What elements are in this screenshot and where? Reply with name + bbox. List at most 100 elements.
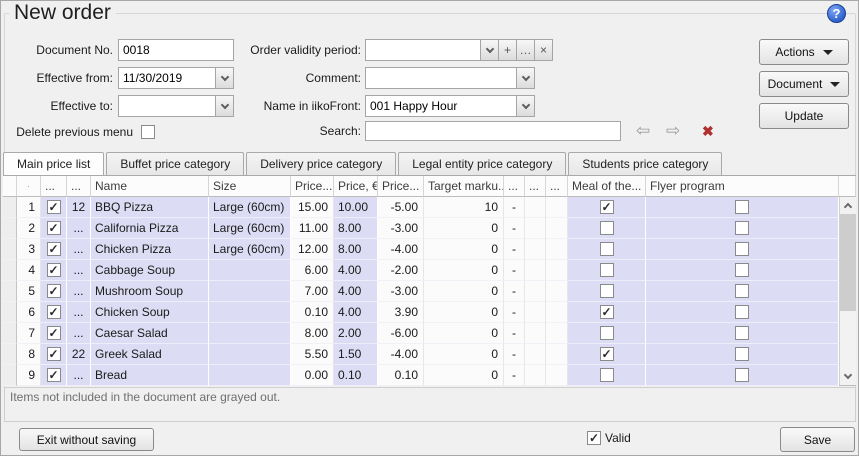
help-icon[interactable]: ?: [827, 4, 846, 23]
valid-checkbox[interactable]: ✓: [587, 431, 601, 445]
meal-of-the-day-checkbox[interactable]: [600, 284, 614, 298]
cell-included: ✓: [41, 260, 67, 281]
actions-button[interactable]: Actions: [759, 39, 849, 65]
update-button[interactable]: Update: [759, 103, 849, 129]
effective-from-dropdown-button[interactable]: [215, 68, 233, 88]
row-included-checkbox[interactable]: ✓: [47, 263, 61, 277]
row-included-checkbox[interactable]: ✓: [47, 347, 61, 361]
row-included-checkbox[interactable]: ✓: [47, 242, 61, 256]
table-row[interactable]: 7✓...Caesar Salad8.002.00-6.000-: [3, 323, 856, 344]
name-in-iikofront-dropdown-button[interactable]: [516, 96, 534, 116]
order-validity-browse-button[interactable]: …: [516, 40, 534, 60]
meal-of-the-day-checkbox[interactable]: [600, 263, 614, 277]
table-row[interactable]: 1✓12BBQ PizzaLarge (60cm)15.0010.00-5.00…: [3, 197, 856, 218]
search-next-icon[interactable]: ⇨: [666, 121, 680, 141]
column-header-blank-1[interactable]: ...: [41, 176, 67, 197]
row-included-checkbox[interactable]: ✓: [47, 368, 61, 382]
order-validity-clear-button[interactable]: ×: [534, 40, 552, 60]
row-included-checkbox[interactable]: ✓: [47, 200, 61, 214]
flyer-program-checkbox[interactable]: [735, 284, 749, 298]
search-clear-icon[interactable]: ✖: [702, 121, 714, 141]
column-header-price[interactable]: Price...: [378, 176, 424, 197]
column-header-name[interactable]: Name: [91, 176, 209, 197]
order-validity-add-button[interactable]: +: [498, 40, 516, 60]
column-header-size[interactable]: Size: [209, 176, 291, 197]
effective-to-input[interactable]: [119, 96, 215, 116]
tab-legal-entity-price-category[interactable]: Legal entity price category: [398, 152, 566, 175]
table-row[interactable]: 5✓...Mushroom Soup7.004.00-3.000-: [3, 281, 856, 302]
comment-input[interactable]: [366, 68, 516, 88]
cell-num: ...: [67, 281, 91, 302]
table-row[interactable]: 9✓...Bread0.000.100.100-: [3, 365, 856, 386]
column-header-blank-2[interactable]: ...: [67, 176, 91, 197]
table-row[interactable]: 2✓...California PizzaLarge (60cm)11.008.…: [3, 218, 856, 239]
meal-of-the-day-checkbox[interactable]: ✓: [600, 200, 614, 214]
cell-name: Chicken Pizza: [91, 239, 209, 260]
table-scrollbar[interactable]: [839, 197, 856, 385]
cell-flyer: [646, 239, 839, 260]
cell-dash: -: [504, 218, 525, 239]
flyer-program-checkbox[interactable]: [735, 221, 749, 235]
meal-of-the-day-checkbox[interactable]: ✓: [600, 347, 614, 361]
column-header-flyer-program[interactable]: Flyer program: [646, 176, 839, 197]
search-input[interactable]: [366, 122, 620, 140]
column-header-target-marku[interactable]: Target marku...: [424, 176, 504, 197]
flyer-program-checkbox[interactable]: [735, 368, 749, 382]
meal-of-the-day-checkbox[interactable]: ✓: [600, 305, 614, 319]
row-included-checkbox[interactable]: ✓: [47, 326, 61, 340]
name-in-iikofront-input[interactable]: [366, 96, 516, 116]
table-row[interactable]: 8✓22Greek Salad5.501.50-4.000-✓: [3, 344, 856, 365]
meal-of-the-day-checkbox[interactable]: [600, 368, 614, 382]
scroll-down-button[interactable]: [840, 368, 856, 385]
cell-flyer: [646, 344, 839, 365]
chevron-up-icon: [844, 203, 852, 211]
cell-flyer: [646, 323, 839, 344]
save-button[interactable]: Save: [780, 427, 855, 452]
flyer-program-checkbox[interactable]: [735, 242, 749, 256]
column-header-blank-11[interactable]: ...: [546, 176, 568, 197]
flyer-program-checkbox[interactable]: [735, 263, 749, 277]
column-header-blank-0[interactable]: ·: [17, 176, 41, 197]
delete-previous-menu-checkbox[interactable]: [141, 125, 155, 139]
comment-dropdown-button[interactable]: [516, 68, 534, 88]
exit-without-saving-button[interactable]: Exit without saving: [19, 428, 154, 451]
cell-price3: -3.00: [378, 281, 424, 302]
document-button[interactable]: Document: [759, 71, 849, 97]
cell-n: 7: [17, 323, 41, 344]
table-row[interactable]: 3✓...Chicken PizzaLarge (60cm)12.008.00-…: [3, 239, 856, 260]
effective-to-dropdown-button[interactable]: [215, 96, 233, 116]
flyer-program-checkbox[interactable]: [735, 200, 749, 214]
meal-of-the-day-checkbox[interactable]: [600, 221, 614, 235]
document-no-label: Document No.: [9, 39, 113, 61]
scroll-up-button[interactable]: [840, 197, 856, 214]
cell-name: Caesar Salad: [91, 323, 209, 344]
meal-of-the-day-checkbox[interactable]: [600, 326, 614, 340]
order-validity-period-input[interactable]: [366, 40, 480, 60]
flyer-program-checkbox[interactable]: [735, 326, 749, 340]
tab-buffet-price-category[interactable]: Buffet price category: [106, 152, 244, 175]
order-validity-dropdown-button[interactable]: [480, 40, 498, 60]
row-included-checkbox[interactable]: ✓: [47, 305, 61, 319]
column-header-meal-of-the[interactable]: Meal of the...: [568, 176, 646, 197]
meal-of-the-day-checkbox[interactable]: [600, 242, 614, 256]
search-prev-icon[interactable]: ⇦: [636, 121, 650, 141]
table-row[interactable]: 6✓...Chicken Soup0.104.003.900-✓: [3, 302, 856, 323]
column-header-blank-9[interactable]: ...: [504, 176, 525, 197]
cell-n: 3: [17, 239, 41, 260]
scrollbar-thumb[interactable]: [840, 214, 856, 311]
tab-students-price-category[interactable]: Students price category: [568, 152, 722, 175]
column-header-price[interactable]: Price...: [291, 176, 334, 197]
effective-from-input[interactable]: [119, 68, 215, 88]
flyer-program-checkbox[interactable]: [735, 347, 749, 361]
table-row[interactable]: 4✓...Cabbage Soup6.004.00-2.000-: [3, 260, 856, 281]
row-included-checkbox[interactable]: ✓: [47, 284, 61, 298]
cell-price1: 11.00: [291, 218, 334, 239]
column-header-blank-10[interactable]: ...: [525, 176, 546, 197]
tab-main-price-list[interactable]: Main price list: [3, 152, 104, 175]
flyer-program-checkbox[interactable]: [735, 305, 749, 319]
tab-delivery-price-category[interactable]: Delivery price category: [246, 152, 396, 175]
row-included-checkbox[interactable]: ✓: [47, 221, 61, 235]
column-header-price[interactable]: Price, €: [334, 176, 378, 197]
cell-meal: [568, 260, 646, 281]
document-no-input[interactable]: [119, 40, 233, 60]
